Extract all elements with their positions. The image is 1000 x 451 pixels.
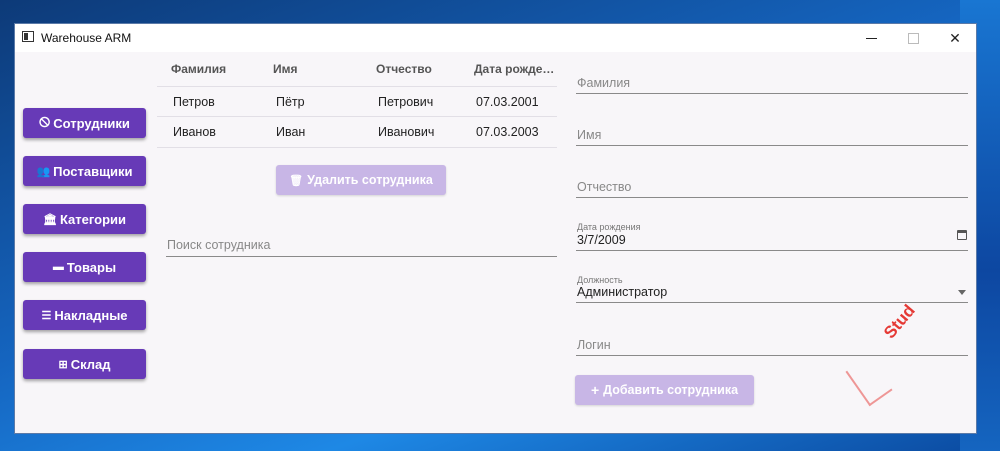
birthdate-value: 3/7/2009: [577, 233, 626, 247]
position-value: Администратор: [577, 285, 668, 299]
search-placeholder: Поиск сотрудника: [167, 238, 271, 252]
nav-products-button[interactable]: ▬ Товары: [23, 252, 146, 282]
delete-employee-button[interactable]: 🗑 Удалить сотрудника: [276, 165, 446, 195]
nav-label: Сотрудники: [53, 115, 130, 131]
close-icon: ✕: [949, 29, 961, 46]
nav-label: Склад: [70, 356, 111, 372]
suppliers-icon: 👥: [36, 165, 51, 178]
nav-employees-button[interactable]: 🛇 Сотрудники: [23, 108, 146, 138]
cell-patronymic: Иванович: [378, 125, 435, 139]
maximize-button[interactable]: [890, 24, 936, 52]
delete-employee-label: Удалить сотрудника: [307, 173, 433, 187]
plus-icon: +: [590, 382, 600, 398]
patronymic-placeholder: Отчество: [577, 180, 632, 194]
categories-icon: 🏛: [43, 213, 57, 226]
cell-firstname: Пётр: [276, 95, 305, 109]
login-field[interactable]: Логин: [576, 334, 968, 356]
firstname-field[interactable]: Имя: [576, 124, 968, 146]
trash-icon: 🗑: [289, 174, 304, 187]
login-placeholder: Логин: [577, 338, 611, 352]
patronymic-field[interactable]: Отчество: [576, 176, 968, 198]
cell-lastname: Петров: [173, 95, 215, 109]
app-window: Warehouse ARM ✕ 🛇 Сотрудники 👥 Поставщик…: [14, 23, 977, 434]
firstname-placeholder: Имя: [577, 128, 602, 142]
column-header-lastname[interactable]: Фамилия: [171, 62, 226, 76]
nav-suppliers-button[interactable]: 👥 Поставщики: [23, 156, 146, 186]
employee-search-input[interactable]: Поиск сотрудника: [166, 232, 557, 257]
cell-patronymic: Петрович: [378, 95, 434, 109]
products-icon: ▬: [52, 261, 64, 273]
calendar-icon[interactable]: [957, 230, 967, 240]
close-button[interactable]: ✕: [932, 24, 978, 52]
birthdate-label: Дата рождения: [577, 222, 641, 232]
cell-lastname: Иванов: [173, 125, 216, 139]
dropdown-arrow-icon[interactable]: [958, 290, 966, 295]
column-header-patronymic[interactable]: Отчество: [376, 62, 432, 76]
table-row[interactable]: Петров Пётр Петрович 07.03.2001: [157, 86, 557, 117]
app-icon: [22, 31, 34, 42]
lastname-placeholder: Фамилия: [577, 76, 631, 90]
nav-label: Товары: [66, 259, 117, 275]
table-row[interactable]: Иванов Иван Иванович 07.03.2003: [157, 116, 557, 148]
window-title: Warehouse ARM: [41, 31, 132, 45]
column-header-firstname[interactable]: Имя: [273, 62, 298, 76]
nav-label: Накладные: [54, 307, 128, 323]
nav-categories-button[interactable]: 🏛 Категории: [23, 204, 146, 234]
cell-firstname: Иван: [276, 125, 306, 139]
invoices-icon: ☰: [41, 309, 52, 322]
nav-label: Поставщики: [53, 163, 133, 179]
cell-birthdate: 07.03.2001: [476, 95, 539, 109]
nav-warehouse-button[interactable]: ⊞ Склад: [23, 349, 146, 379]
birthdate-picker[interactable]: Дата рождения 3/7/2009: [576, 221, 968, 251]
add-employee-label: Добавить сотрудника: [603, 383, 739, 397]
employee-icon: 🛇: [39, 116, 51, 129]
cell-birthdate: 07.03.2003: [476, 125, 539, 139]
position-label: Должность: [577, 275, 623, 285]
warehouse-icon: ⊞: [58, 358, 68, 371]
position-select[interactable]: Должность Администратор: [576, 274, 968, 303]
nav-invoices-button[interactable]: ☰ Накладные: [23, 300, 146, 330]
title-bar[interactable]: Warehouse ARM ✕: [15, 24, 976, 52]
minimize-icon: [865, 37, 877, 39]
add-employee-button[interactable]: + Добавить сотрудника: [575, 375, 754, 405]
minimize-button[interactable]: [848, 24, 894, 52]
column-header-birthdate[interactable]: Дата рожде…: [474, 62, 554, 76]
maximize-icon: [907, 32, 919, 44]
nav-label: Категории: [59, 211, 126, 227]
lastname-field[interactable]: Фамилия: [576, 72, 968, 94]
